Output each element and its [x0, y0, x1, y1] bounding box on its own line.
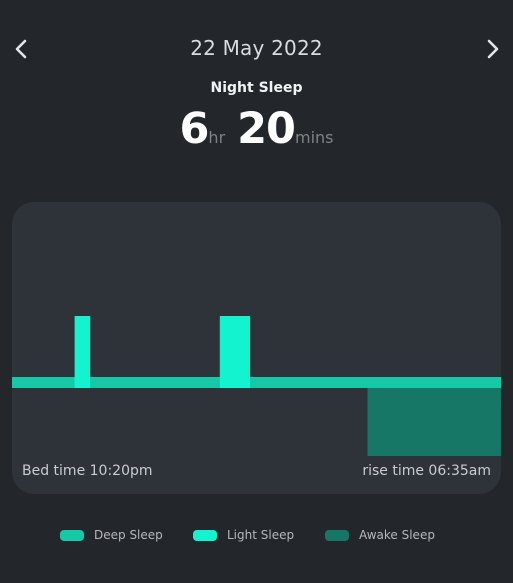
chevron-right-icon[interactable]: [478, 34, 506, 64]
duration-hours: 6: [179, 104, 210, 154]
legend-item-light-sleep: Light Sleep: [193, 526, 294, 544]
awake-sleep-segment-1: [367, 388, 501, 456]
duration-hours-unit: hr: [208, 128, 226, 147]
sleep-duration: 6hr 20mins: [0, 104, 513, 154]
sleep-screen: 22 May 2022 Night Sleep 6hr 20mins Bed ti…: [0, 0, 513, 583]
bed-time-label: Bed time 10:20pm: [22, 463, 153, 479]
rise-time-label: rise time 06:35am: [362, 463, 491, 479]
light-sleep-segment-1: [74, 316, 91, 388]
legend-swatch-deep-sleep: [60, 529, 84, 541]
legend-item-deep-sleep: Deep Sleep: [60, 526, 163, 544]
legend-label-deep-sleep: Deep Sleep: [94, 528, 163, 542]
legend-swatch-awake-sleep: [325, 529, 349, 541]
sleep-section-label: Night Sleep: [210, 80, 303, 96]
duration-minutes: 20: [237, 104, 296, 154]
legend-item-awake-sleep: Awake Sleep: [325, 526, 435, 544]
legend-label-awake-sleep: Awake Sleep: [359, 528, 435, 542]
light-sleep-segment-2: [219, 316, 251, 388]
chart-legend: Deep Sleep Light Sleep Awake Sleep: [0, 526, 513, 546]
legend-swatch-light-sleep: [193, 529, 217, 541]
sleep-chart-card: Bed time 10:20pm rise time 06:35am: [12, 202, 501, 494]
duration-minutes-unit: mins: [294, 128, 334, 147]
legend-label-light-sleep: Light Sleep: [227, 528, 295, 542]
sleep-chart: [12, 316, 501, 456]
date-title: 22 May 2022: [190, 36, 323, 60]
